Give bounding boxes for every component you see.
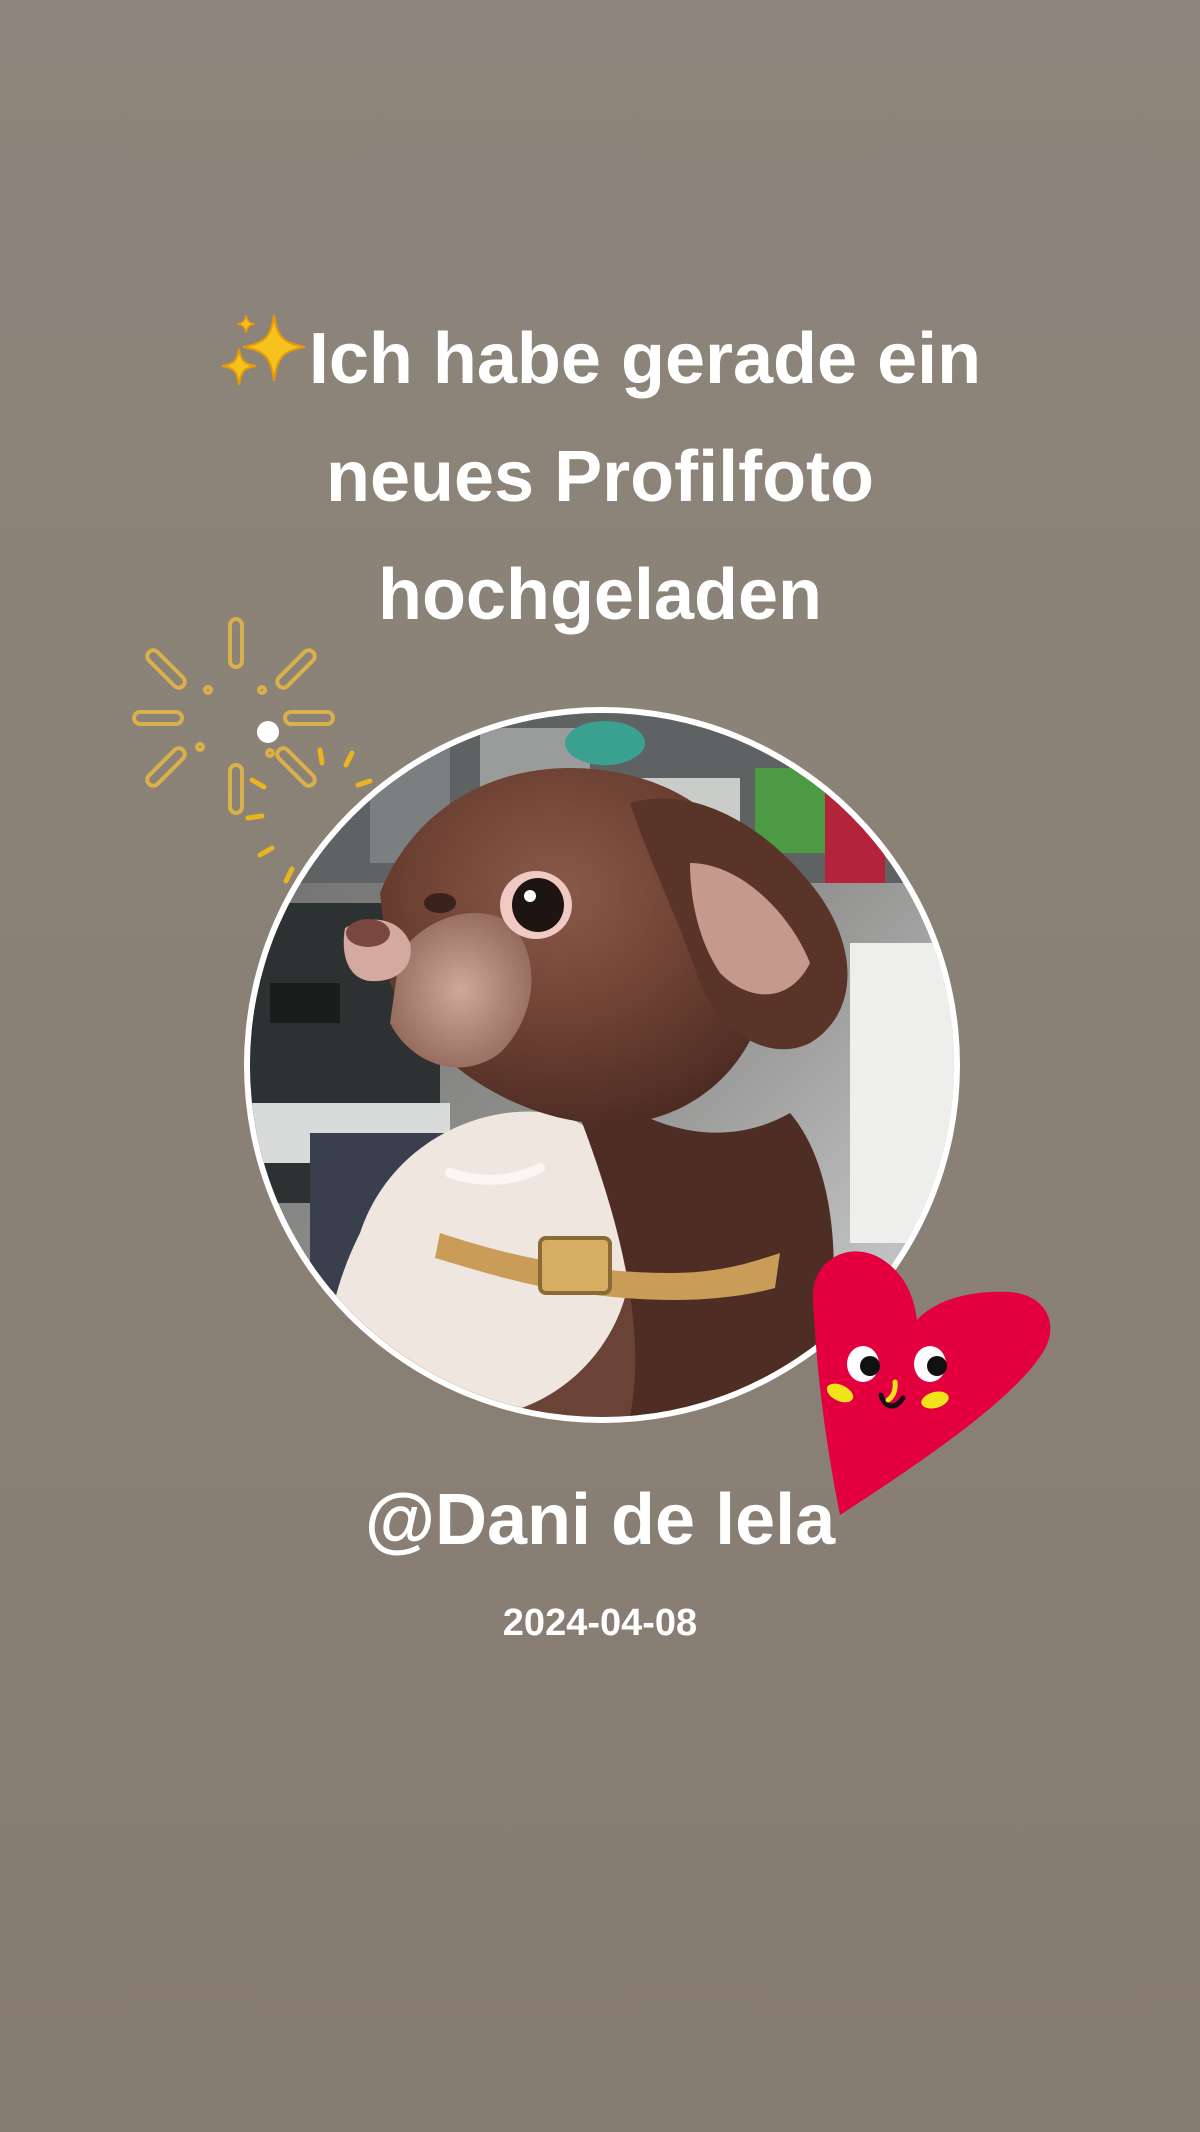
headline-line-1: Ich habe gerade ein xyxy=(100,300,1100,418)
headline-line-1-text: Ich habe gerade ein xyxy=(308,319,982,399)
post-date: 2024-04-08 xyxy=(502,1602,698,1644)
sparkles-icon xyxy=(219,308,309,388)
headline-line-2: neues Profilfoto xyxy=(325,437,874,517)
profile-photo-story: Ich habe gerade ein neues Profilfoto hoc… xyxy=(0,0,1200,2132)
headline: Ich habe gerade ein neues Profilfoto hoc… xyxy=(100,300,1100,654)
username[interactable]: @Dani de lela xyxy=(0,1475,1200,1565)
